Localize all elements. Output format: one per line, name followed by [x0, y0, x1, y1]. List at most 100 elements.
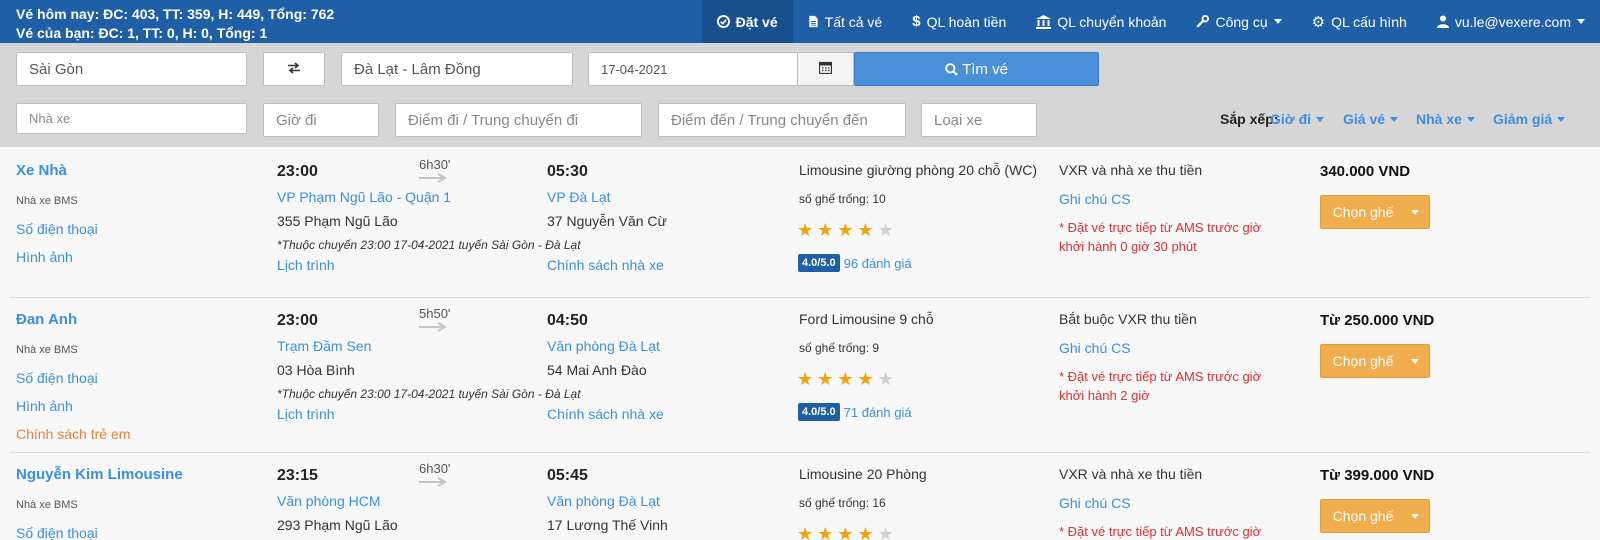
file-icon [808, 15, 819, 28]
from-address: 293 Phạm Ngũ Lão [277, 517, 398, 533]
departure-time-filter[interactable]: Giờ đi [263, 103, 379, 137]
chevron-down-icon [1557, 116, 1566, 122]
from-station-link[interactable]: Văn phòng HCM [277, 493, 381, 509]
operator-type: Nhà xe BMS [16, 344, 78, 356]
vehicle-type: Limousine giường phòng 20 chỗ (WC) [799, 162, 1038, 178]
rating-badge: 4.0/5.0 [798, 254, 840, 272]
arrival-time: 05:30 [547, 163, 588, 180]
choose-seat-button[interactable]: Chọn ghế [1320, 344, 1430, 378]
operator-type: Nhà xe BMS [16, 499, 78, 511]
wrench-icon [1196, 15, 1210, 28]
phone-link[interactable]: Số điện thoại [16, 221, 98, 237]
to-station-link[interactable]: Văn phòng Đà Lạt [547, 493, 660, 509]
trip-duration: 6h30' [419, 157, 451, 172]
user-icon [1436, 15, 1449, 28]
search-button[interactable]: Tìm vé [854, 52, 1099, 86]
operator-filter[interactable]: Nhà xe [16, 103, 247, 134]
chevron-down-icon[interactable] [1401, 358, 1429, 364]
nav-ql-hoan-tien-label: QL hoàn tiền [926, 13, 1007, 30]
sort-operator[interactable]: Nhà xe [1416, 111, 1475, 127]
arrival-time: 05:45 [547, 467, 588, 484]
nav-ql-hoan-tien[interactable]: $ QL hoàn tiền [897, 0, 1021, 43]
operator-name[interactable]: Đan Anh [16, 311, 77, 328]
departure-time: 23:15 [277, 467, 318, 484]
to-address: 54 Mai Anh Đào [547, 362, 647, 378]
to-address: 37 Nguyễn Văn Cừ [547, 213, 667, 229]
calendar-button[interactable] [798, 52, 854, 86]
reviews-link[interactable]: 71 đánh giá [844, 405, 912, 420]
schedule-link[interactable]: Lịch trình [277, 406, 335, 422]
chevron-down-icon [1390, 116, 1399, 122]
images-link[interactable]: Hình ảnh [16, 249, 73, 265]
cs-note-link[interactable]: Ghi chú CS [1059, 495, 1131, 511]
route-note: *Thuộc chuyến 23:00 17-04-2021 tuyến Sài… [277, 238, 581, 252]
nav-ql-chuyen-khoan[interactable]: QL chuyển khoản [1021, 0, 1181, 43]
route-note: *Thuộc chuyến 23:00 17-04-2021 tuyến Sài… [277, 387, 581, 401]
date-input[interactable]: 17-04-2021 [588, 52, 798, 86]
phone-link[interactable]: Số điện thoại [16, 370, 98, 386]
dropoff-filter[interactable]: Điểm đến / Trung chuyển đến [658, 103, 906, 137]
from-station-link[interactable]: Trạm Đầm Sen [277, 338, 371, 354]
nav-dat-ve-label: Đặt vé [735, 13, 778, 30]
pickup-filter[interactable]: Điểm đi / Trung chuyển đi [395, 103, 642, 137]
from-station-link[interactable]: VP Phạm Ngũ Lão - Quận 1 [277, 189, 451, 205]
sort-discount[interactable]: Giảm giá [1493, 111, 1566, 127]
main-nav: Đặt vé Tất cả vé $ QL hoàn tiền QL chuyể… [701, 0, 1600, 43]
swap-icon [287, 61, 301, 77]
from-address: 355 Phạm Ngũ Lão [277, 213, 398, 229]
to-station-link[interactable]: Văn phòng Đà Lạt [547, 338, 660, 354]
chevron-down-icon[interactable] [1401, 513, 1429, 519]
child-policy-link[interactable]: Chính sách trẻ em [16, 426, 130, 442]
check-circle-icon [716, 15, 730, 28]
choose-seat-button[interactable]: Chọn ghế [1320, 195, 1430, 229]
swap-button[interactable] [263, 52, 325, 86]
to-station-link[interactable]: VP Đà Lạt [547, 189, 611, 205]
chevron-down-icon [1577, 19, 1585, 24]
gear-icon: ⚙ [1311, 13, 1326, 31]
sort-operator-label: Nhà xe [1416, 111, 1462, 127]
nav-cong-cu[interactable]: Công cụ [1181, 0, 1296, 43]
operator-name[interactable]: Xe Nhà [16, 162, 67, 179]
trip-results: Xe Nhà Nhà xe BMS Số điện thoại Hình ảnh… [0, 147, 1600, 540]
images-link[interactable]: Hình ảnh [16, 398, 73, 414]
vehicle-type-filter[interactable]: Loại xe [921, 103, 1037, 137]
ticket-price: Từ 399.000 VND [1320, 467, 1435, 484]
search-button-label: Tìm vé [962, 60, 1008, 78]
nav-ql-cau-hinh[interactable]: ⚙ QL cấu hình [1297, 0, 1422, 43]
nav-user-label: vu.le@vexere.com [1454, 13, 1571, 30]
cs-note-link[interactable]: Ghi chú CS [1059, 191, 1131, 207]
row-divider [10, 297, 1590, 298]
to-input[interactable]: Đà Lạt - Lâm Đồng [341, 52, 573, 86]
nav-dat-ve[interactable]: Đặt vé [701, 0, 793, 43]
operator-name[interactable]: Nguyễn Kim Limousine [16, 466, 183, 483]
booking-warning: * Đặt vé trực tiếp từ AMS trước giờ [1059, 524, 1262, 539]
available-seats: số ghế trống: 9 [799, 341, 880, 355]
phone-link[interactable]: Số điện thoại [16, 525, 98, 540]
chevron-down-icon[interactable] [1401, 209, 1429, 215]
from-input[interactable]: Sài Gòn [16, 52, 247, 86]
calendar-icon [818, 61, 833, 77]
policy-link[interactable]: Chính sách nhà xe [547, 257, 664, 273]
top-navbar: Vé hôm nay: ĐC: 403, TT: 359, H: 449, Tổ… [0, 0, 1600, 43]
operator-type: Nhà xe BMS [16, 195, 78, 207]
vehicle-type: Limousine 20 Phòng [799, 466, 927, 482]
vehicle-type: Ford Limousine 9 chỗ [799, 311, 934, 327]
sort-price[interactable]: Giá vé [1343, 111, 1399, 127]
payment-method: VXR và nhà xe thu tiền [1059, 466, 1203, 482]
choose-seat-label: Chọn ghế [1332, 508, 1394, 524]
policy-link[interactable]: Chính sách nhà xe [547, 406, 664, 422]
search-icon [945, 62, 958, 76]
booking-warning: * Đặt vé trực tiếp từ AMS trước giờ khởi… [1059, 369, 1262, 403]
schedule-link[interactable]: Lịch trình [277, 257, 335, 273]
reviews-link[interactable]: 96 đánh giá [844, 256, 912, 271]
sort-departure-time[interactable]: Giờ đi [1270, 111, 1325, 127]
departure-time: 23:00 [277, 163, 318, 180]
nav-ql-cau-hinh-label: QL cấu hình [1331, 13, 1407, 30]
nav-user-account[interactable]: vu.le@vexere.com [1422, 0, 1600, 43]
cs-note-link[interactable]: Ghi chú CS [1059, 340, 1131, 356]
chevron-down-icon [1273, 19, 1282, 24]
choose-seat-button[interactable]: Chọn ghế [1320, 499, 1430, 533]
bank-icon [1036, 14, 1052, 29]
arrow-right-icon [419, 173, 447, 183]
nav-tat-ca-ve[interactable]: Tất cả vé [793, 0, 898, 43]
